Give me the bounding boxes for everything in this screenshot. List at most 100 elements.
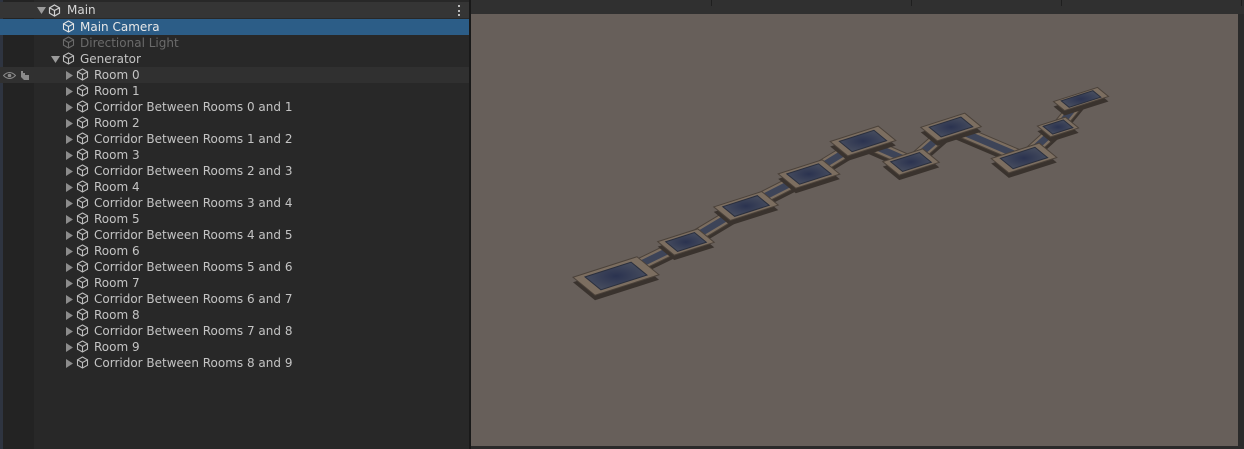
item-label: Directional Light bbox=[80, 36, 179, 50]
triangle-right-icon[interactable] bbox=[64, 86, 74, 96]
cube-icon bbox=[76, 260, 89, 273]
item-label: Room 6 bbox=[94, 244, 140, 258]
hierarchy-child-item[interactable]: Corridor Between Rooms 1 and 2 bbox=[0, 131, 469, 147]
hierarchy-item[interactable]: Directional Light bbox=[0, 35, 469, 51]
triangle-right-icon[interactable] bbox=[64, 358, 74, 368]
cube-icon bbox=[76, 244, 89, 257]
item-label: Room 2 bbox=[94, 116, 140, 130]
item-label: Room 3 bbox=[94, 148, 140, 162]
item-label: Corridor Between Rooms 4 and 5 bbox=[94, 228, 293, 242]
triangle-right-icon[interactable] bbox=[64, 310, 74, 320]
cube-icon bbox=[76, 132, 89, 145]
hierarchy-child-item[interactable]: Room 9 bbox=[0, 339, 469, 355]
triangle-right-icon[interactable] bbox=[64, 246, 74, 256]
triangle-right-icon[interactable] bbox=[64, 214, 74, 224]
cube-icon bbox=[76, 324, 89, 337]
cube-icon bbox=[76, 340, 89, 353]
cube-icon bbox=[76, 116, 89, 129]
triangle-right-icon[interactable] bbox=[64, 342, 74, 352]
toolbar-segment bbox=[711, 0, 912, 6]
hierarchy-child-item[interactable]: Corridor Between Rooms 4 and 5 bbox=[0, 227, 469, 243]
item-label: Room 8 bbox=[94, 308, 140, 322]
dungeon-layout bbox=[571, 86, 1110, 301]
item-label: Room 4 bbox=[94, 180, 140, 194]
hierarchy-child-item[interactable]: Corridor Between Rooms 7 and 8 bbox=[0, 323, 469, 339]
item-label: Corridor Between Rooms 2 and 3 bbox=[94, 164, 293, 178]
triangle-down-icon[interactable] bbox=[50, 54, 60, 64]
toolbar-segment bbox=[471, 0, 712, 6]
item-label: Corridor Between Rooms 7 and 8 bbox=[94, 324, 293, 338]
cube-icon bbox=[76, 292, 89, 305]
scene-right-edge bbox=[1238, 14, 1244, 449]
hierarchy-item[interactable]: Main Camera bbox=[0, 19, 469, 35]
item-label: Main Camera bbox=[80, 20, 160, 34]
triangle-right-icon[interactable] bbox=[64, 134, 74, 144]
cube-icon bbox=[76, 196, 89, 209]
triangle-right-icon[interactable] bbox=[64, 182, 74, 192]
cube-icon bbox=[76, 276, 89, 289]
scene-view[interactable] bbox=[471, 14, 1238, 446]
cube-icon bbox=[76, 308, 89, 321]
kebab-menu-icon[interactable] bbox=[457, 5, 461, 16]
item-label: Room 9 bbox=[94, 340, 140, 354]
hierarchy-child-item[interactable]: Room 7 bbox=[0, 275, 469, 291]
hierarchy-item[interactable]: Generator bbox=[0, 51, 469, 67]
triangle-right-icon[interactable] bbox=[64, 150, 74, 160]
hierarchy-child-item[interactable]: Room 2 bbox=[0, 115, 469, 131]
triangle-right-icon[interactable] bbox=[64, 102, 74, 112]
hand-icon[interactable] bbox=[19, 70, 30, 81]
hierarchy-child-item[interactable]: Corridor Between Rooms 2 and 3 bbox=[0, 163, 469, 179]
hierarchy-child-item[interactable]: Corridor Between Rooms 5 and 6 bbox=[0, 259, 469, 275]
unity-scene-icon bbox=[48, 4, 61, 17]
triangle-down-icon[interactable] bbox=[36, 5, 46, 15]
cube-icon bbox=[76, 228, 89, 241]
hierarchy-panel: Main Main Camera Directional Light Gener… bbox=[0, 0, 469, 449]
triangle-right-icon[interactable] bbox=[64, 198, 74, 208]
triangle-right-icon[interactable] bbox=[64, 70, 74, 80]
triangle-right-icon[interactable] bbox=[64, 166, 74, 176]
item-label: Corridor Between Rooms 0 and 1 bbox=[94, 100, 293, 114]
triangle-right-icon[interactable] bbox=[64, 118, 74, 128]
item-label: Room 0 bbox=[94, 68, 140, 82]
item-label: Corridor Between Rooms 6 and 7 bbox=[94, 292, 293, 306]
triangle-right-icon[interactable] bbox=[64, 278, 74, 288]
triangle-right-icon[interactable] bbox=[64, 230, 74, 240]
cube-icon bbox=[76, 148, 89, 161]
hierarchy-child-item[interactable]: Room 0 bbox=[0, 67, 469, 83]
toolbar-segment bbox=[911, 0, 1062, 6]
cube-icon bbox=[76, 356, 89, 369]
triangle-right-icon[interactable] bbox=[64, 262, 74, 272]
cube-icon bbox=[62, 20, 75, 33]
scene-name: Main bbox=[67, 3, 96, 17]
hierarchy-child-item[interactable]: Room 3 bbox=[0, 147, 469, 163]
hierarchy-child-item[interactable]: Corridor Between Rooms 6 and 7 bbox=[0, 291, 469, 307]
cube-icon bbox=[76, 164, 89, 177]
item-label: Corridor Between Rooms 8 and 9 bbox=[94, 356, 293, 370]
toolbar-segment bbox=[1061, 0, 1242, 6]
item-label: Room 7 bbox=[94, 276, 140, 290]
visibility-toggles[interactable] bbox=[3, 70, 33, 80]
hierarchy-child-item[interactable]: Room 1 bbox=[0, 83, 469, 99]
eye-icon[interactable] bbox=[3, 71, 16, 80]
hierarchy-child-item[interactable]: Corridor Between Rooms 8 and 9 bbox=[0, 355, 469, 371]
triangle-right-icon[interactable] bbox=[64, 294, 74, 304]
item-label: Corridor Between Rooms 5 and 6 bbox=[94, 260, 293, 274]
item-label: Room 1 bbox=[94, 84, 140, 98]
hierarchy-child-item[interactable]: Room 6 bbox=[0, 243, 469, 259]
cube-icon bbox=[76, 180, 89, 193]
item-label: Corridor Between Rooms 3 and 4 bbox=[94, 196, 293, 210]
cube-icon bbox=[76, 212, 89, 225]
cube-icon bbox=[76, 100, 89, 113]
cube-icon bbox=[62, 36, 75, 49]
hierarchy-child-item[interactable]: Corridor Between Rooms 0 and 1 bbox=[0, 99, 469, 115]
cube-icon bbox=[76, 68, 89, 81]
hierarchy-child-item[interactable]: Room 8 bbox=[0, 307, 469, 323]
hierarchy-child-item[interactable]: Room 5 bbox=[0, 211, 469, 227]
triangle-right-icon[interactable] bbox=[64, 326, 74, 336]
hierarchy-child-item[interactable]: Corridor Between Rooms 3 and 4 bbox=[0, 195, 469, 211]
hierarchy-child-item[interactable]: Room 4 bbox=[0, 179, 469, 195]
item-label: Corridor Between Rooms 1 and 2 bbox=[94, 132, 293, 146]
scene-header-row[interactable]: Main bbox=[0, 2, 469, 18]
scene-view-toolbar bbox=[471, 0, 1244, 15]
cube-icon bbox=[76, 84, 89, 97]
